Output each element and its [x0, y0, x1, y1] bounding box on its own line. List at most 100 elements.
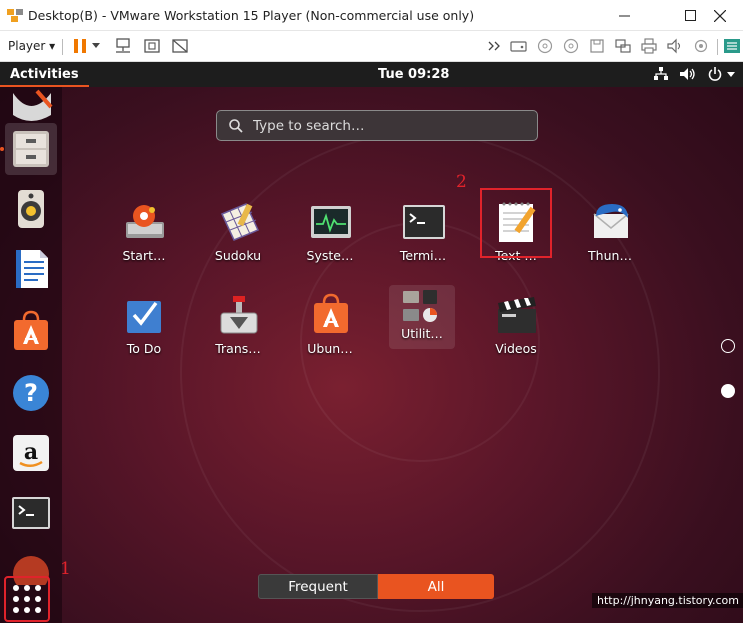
svg-text:?: ?: [24, 379, 38, 407]
dock: ? a: [0, 87, 62, 623]
app-system-monitor[interactable]: Syste…: [292, 192, 368, 272]
frequent-tab[interactable]: Frequent: [258, 574, 378, 599]
pause-icon: [74, 39, 86, 53]
app-grid-icon: [13, 585, 41, 613]
svg-text:a: a: [24, 439, 38, 465]
dock-item-libreoffice-writer[interactable]: [5, 243, 57, 295]
fit-window-icon: [144, 39, 160, 53]
library-icon: [724, 39, 740, 53]
system-monitor-icon: [308, 200, 354, 246]
window-title: Desktop(B) - VMware Workstation 15 Playe…: [28, 8, 475, 23]
terminal-icon: [12, 497, 50, 529]
printer-icon: [641, 38, 657, 54]
send-ctrl-alt-del-button[interactable]: [113, 37, 133, 55]
dock-item-amazon[interactable]: a: [5, 427, 57, 479]
annotation-number-2: 2: [456, 172, 467, 192]
app-to-do[interactable]: To Do: [106, 285, 182, 365]
usb-device[interactable]: [691, 37, 711, 55]
chevron-down-icon: [727, 72, 735, 77]
close-icon: [714, 9, 726, 22]
ubuntu-software-icon: [308, 293, 354, 339]
all-tab[interactable]: All: [378, 574, 494, 599]
highlight-box: [480, 188, 552, 258]
shopping-bag-icon: [14, 310, 48, 350]
app-label: Videos: [495, 341, 537, 356]
videos-icon: [494, 293, 540, 339]
pause-button[interactable]: [70, 37, 90, 55]
minimize-button[interactable]: [601, 0, 647, 31]
volume-status[interactable]: [678, 66, 698, 82]
page-indicator-1[interactable]: [721, 339, 735, 353]
network-computer-icon: [116, 38, 130, 53]
app-terminal[interactable]: Termi…: [385, 192, 461, 272]
utilities-folder-icon: [399, 287, 445, 327]
app-label: Termi…: [399, 248, 447, 263]
unity-mode-icon: [172, 39, 188, 53]
printer-device[interactable]: [639, 37, 659, 55]
guest-screen[interactable]: Activities Tue 09:28 ? a 1 2 Type to sea…: [0, 62, 743, 623]
writer-document-icon: [16, 250, 48, 288]
app-icon: [13, 89, 53, 121]
dock-item-rhythmbox[interactable]: [5, 183, 57, 235]
cd-disc-icon: [537, 38, 553, 54]
system-menu[interactable]: [705, 66, 739, 82]
search-icon: [229, 119, 243, 133]
help-icon: ?: [13, 375, 49, 411]
vmware-logo-icon: [7, 9, 23, 22]
show-applications-button[interactable]: [4, 576, 50, 622]
vm-library-button[interactable]: [722, 37, 742, 55]
app-ubuntu-software[interactable]: Ubun…: [292, 285, 368, 365]
more-devices-button[interactable]: [485, 37, 505, 55]
cd-device[interactable]: [535, 37, 555, 55]
thunderbird-icon: [588, 200, 634, 246]
pause-dropdown-button[interactable]: [90, 37, 102, 55]
double-chevron-right-icon: [488, 41, 500, 51]
app-label: Sudoku: [214, 248, 262, 263]
file-cabinet-icon: [13, 131, 49, 167]
terminal-icon: [401, 200, 447, 246]
hard-disk-device[interactable]: [509, 37, 529, 55]
app-label: Start…: [122, 248, 166, 263]
amazon-icon: a: [13, 435, 49, 471]
floppy-device[interactable]: [587, 37, 607, 55]
app-label: To Do: [126, 341, 162, 356]
app-startup-disk-creator[interactable]: Start…: [106, 192, 182, 272]
unity-button[interactable]: [170, 37, 190, 55]
speaker-icon: [667, 38, 681, 54]
app-transmission[interactable]: Trans…: [200, 285, 276, 365]
dock-item-files[interactable]: [5, 123, 57, 175]
power-icon: [708, 67, 722, 81]
hard-disk-icon: [510, 41, 527, 52]
search-input[interactable]: [253, 116, 523, 136]
cd-device-2[interactable]: [561, 37, 581, 55]
app-label: Thun…: [588, 248, 632, 263]
dock-item-help[interactable]: ?: [5, 367, 57, 419]
ubuntu-top-bar: Activities Tue 09:28: [0, 62, 743, 87]
search-box[interactable]: [216, 110, 538, 141]
page-indicator-2[interactable]: [721, 384, 735, 398]
vmware-toolbar: Player ▾: [0, 31, 743, 62]
dock-item-ubuntu-software[interactable]: [5, 305, 57, 357]
player-menu[interactable]: Player ▾: [8, 39, 55, 53]
clock[interactable]: Tue 09:28: [378, 67, 449, 82]
network-adapter-icon: [615, 39, 631, 53]
app-thunderbird[interactable]: Thun…: [572, 192, 648, 272]
startup-disk-icon: [122, 200, 168, 246]
fit-guest-button[interactable]: [142, 37, 162, 55]
app-label: Utilit…: [401, 326, 443, 341]
network-wired-icon: [654, 67, 668, 80]
app-utilities-folder[interactable]: Utilit…: [389, 285, 455, 349]
running-indicator: [0, 147, 4, 151]
app-videos[interactable]: Videos: [478, 285, 554, 365]
close-button[interactable]: [697, 0, 743, 31]
app-sudoku[interactable]: Sudoku: [200, 192, 276, 272]
window-title-bar: Desktop(B) - VMware Workstation 15 Playe…: [0, 0, 743, 31]
gear-icon: [694, 39, 708, 53]
watermark: http://jhnyang.tistory.com: [592, 593, 743, 608]
annotation-number-1: 1: [60, 559, 71, 579]
network-status[interactable]: [652, 66, 670, 82]
network-adapter-device[interactable]: [613, 37, 633, 55]
cd-disc-icon: [563, 38, 579, 54]
sound-device[interactable]: [665, 37, 685, 55]
dock-item-terminal[interactable]: [5, 487, 57, 539]
